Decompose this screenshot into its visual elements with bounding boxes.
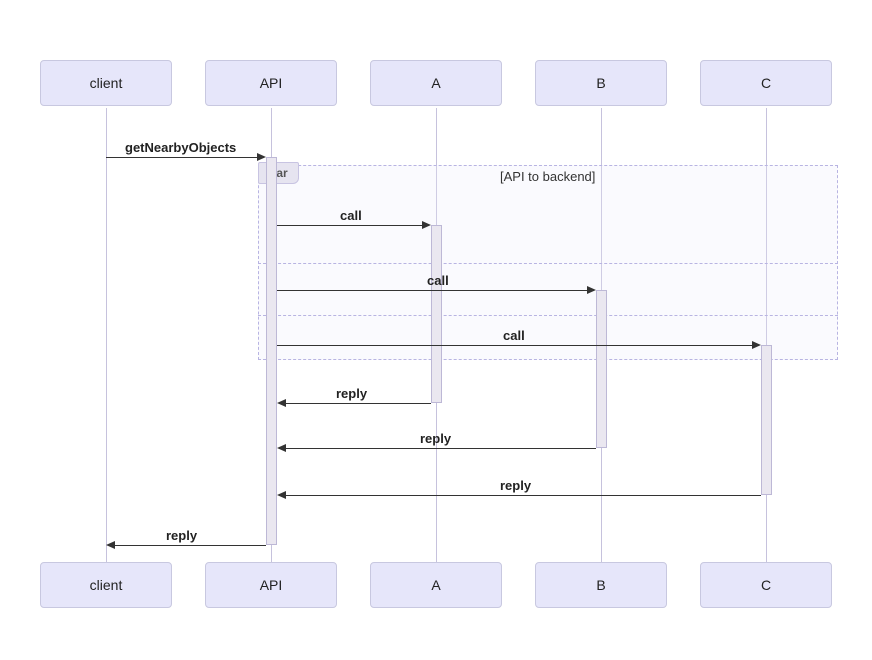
msg-call-b-label: call bbox=[427, 273, 449, 288]
msg-call-a-label: call bbox=[340, 208, 362, 223]
par-condition-label: [API to backend] bbox=[500, 169, 595, 184]
msg-reply-client-line bbox=[109, 545, 266, 546]
msg-call-c-line bbox=[277, 345, 759, 346]
msg-call-a-arrow bbox=[422, 221, 431, 229]
participant-a-bottom: A bbox=[370, 562, 502, 608]
msg-reply-client-arrow bbox=[106, 541, 115, 549]
participant-client-bottom: client bbox=[40, 562, 172, 608]
msg-reply-c-label: reply bbox=[500, 478, 531, 493]
msg-reply-c-line bbox=[279, 495, 761, 496]
participant-a-top: A bbox=[370, 60, 502, 106]
msg-reply-b-line bbox=[279, 448, 596, 449]
participant-c-top: C bbox=[700, 60, 832, 106]
msg-call-c-label: call bbox=[503, 328, 525, 343]
msg-reply-a-line bbox=[279, 403, 431, 404]
msg-call-b-line bbox=[277, 290, 594, 291]
msg-reply-client-label: reply bbox=[166, 528, 197, 543]
lifeline-client bbox=[106, 108, 107, 562]
msg-call-a-line bbox=[277, 225, 429, 226]
participant-client-top: client bbox=[40, 60, 172, 106]
activation-c bbox=[761, 345, 772, 495]
msg-reply-a-label: reply bbox=[336, 386, 367, 401]
msg-reply-a-arrow bbox=[277, 399, 286, 407]
activation-api bbox=[266, 157, 277, 545]
msg-getNearbyObjects-label: getNearbyObjects bbox=[125, 140, 236, 155]
par-operator-tag: par bbox=[258, 162, 299, 184]
participant-c-bottom: C bbox=[700, 562, 832, 608]
msg-reply-b-label: reply bbox=[420, 431, 451, 446]
par-divider-2 bbox=[258, 315, 838, 316]
participant-api-bottom: API bbox=[205, 562, 337, 608]
msg-reply-b-arrow bbox=[277, 444, 286, 452]
msg-reply-c-arrow bbox=[277, 491, 286, 499]
participant-b-top: B bbox=[535, 60, 667, 106]
msg-getNearbyObjects-arrow bbox=[257, 153, 266, 161]
activation-b bbox=[596, 290, 607, 448]
msg-call-b-arrow bbox=[587, 286, 596, 294]
participant-b-bottom: B bbox=[535, 562, 667, 608]
participant-api-top: API bbox=[205, 60, 337, 106]
activation-a bbox=[431, 225, 442, 403]
par-divider-1 bbox=[258, 263, 838, 264]
msg-getNearbyObjects-line bbox=[106, 157, 264, 158]
msg-call-c-arrow bbox=[752, 341, 761, 349]
